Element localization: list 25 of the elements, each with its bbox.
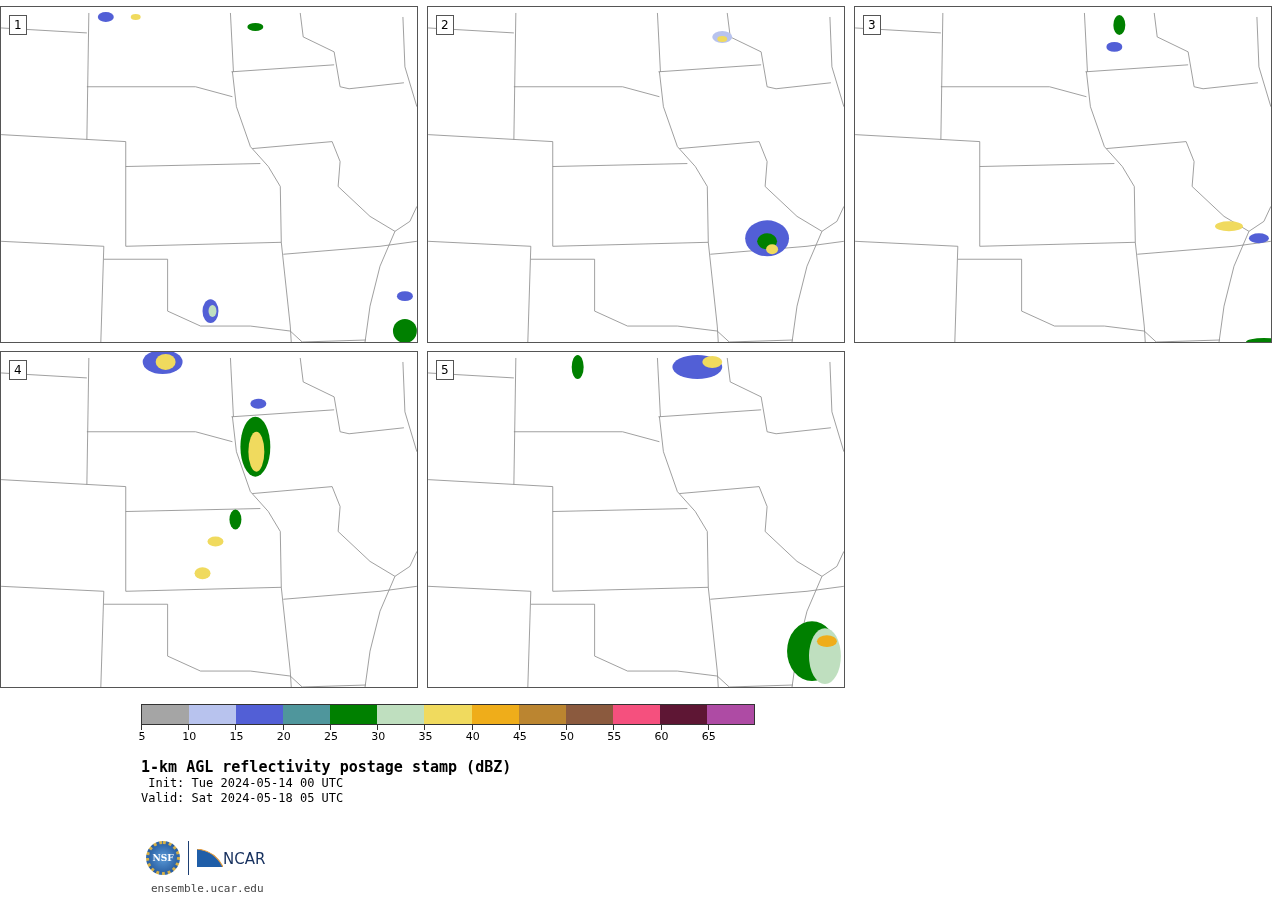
panel-number: 5 <box>436 360 454 380</box>
chart-title: 1-km AGL reflectivity postage stamp (dBZ) <box>141 758 513 776</box>
colorbar-tick-label: 55 <box>607 730 622 743</box>
colorbar-tick-label: 65 <box>701 730 716 743</box>
init-time: Init: Tue 2024-05-14 00 UTC <box>147 776 345 791</box>
site-url: ensemble.ucar.edu <box>151 882 265 895</box>
panel-number: 2 <box>436 15 454 35</box>
colorbar-tick-label: 25 <box>323 730 338 743</box>
colorbar-tick-label: 40 <box>465 730 480 743</box>
colorbar-tick-label: 15 <box>229 730 244 743</box>
swoosh-icon <box>197 849 223 867</box>
colorbar-tick-label: 30 <box>371 730 386 743</box>
panel-number: 4 <box>9 360 27 380</box>
valid-time: Valid: Sat 2024-05-18 05 UTC <box>141 791 345 806</box>
colorbar-tick-label: 20 <box>276 730 291 743</box>
colorbar-tick-label: 10 <box>182 730 197 743</box>
colorbar-tick-label: 45 <box>512 730 527 743</box>
colorbar-tick-label: 5 <box>138 730 146 743</box>
colorbar-tick-label: 50 <box>560 730 575 743</box>
panel-number: 1 <box>9 15 27 35</box>
colorbar-tick-label: 35 <box>418 730 433 743</box>
colorbar-tick-label: 60 <box>654 730 669 743</box>
ncar-logo-text: NCAR <box>223 852 266 867</box>
nsf-logo: NSF <box>146 841 180 875</box>
panel-number: 3 <box>863 15 881 35</box>
